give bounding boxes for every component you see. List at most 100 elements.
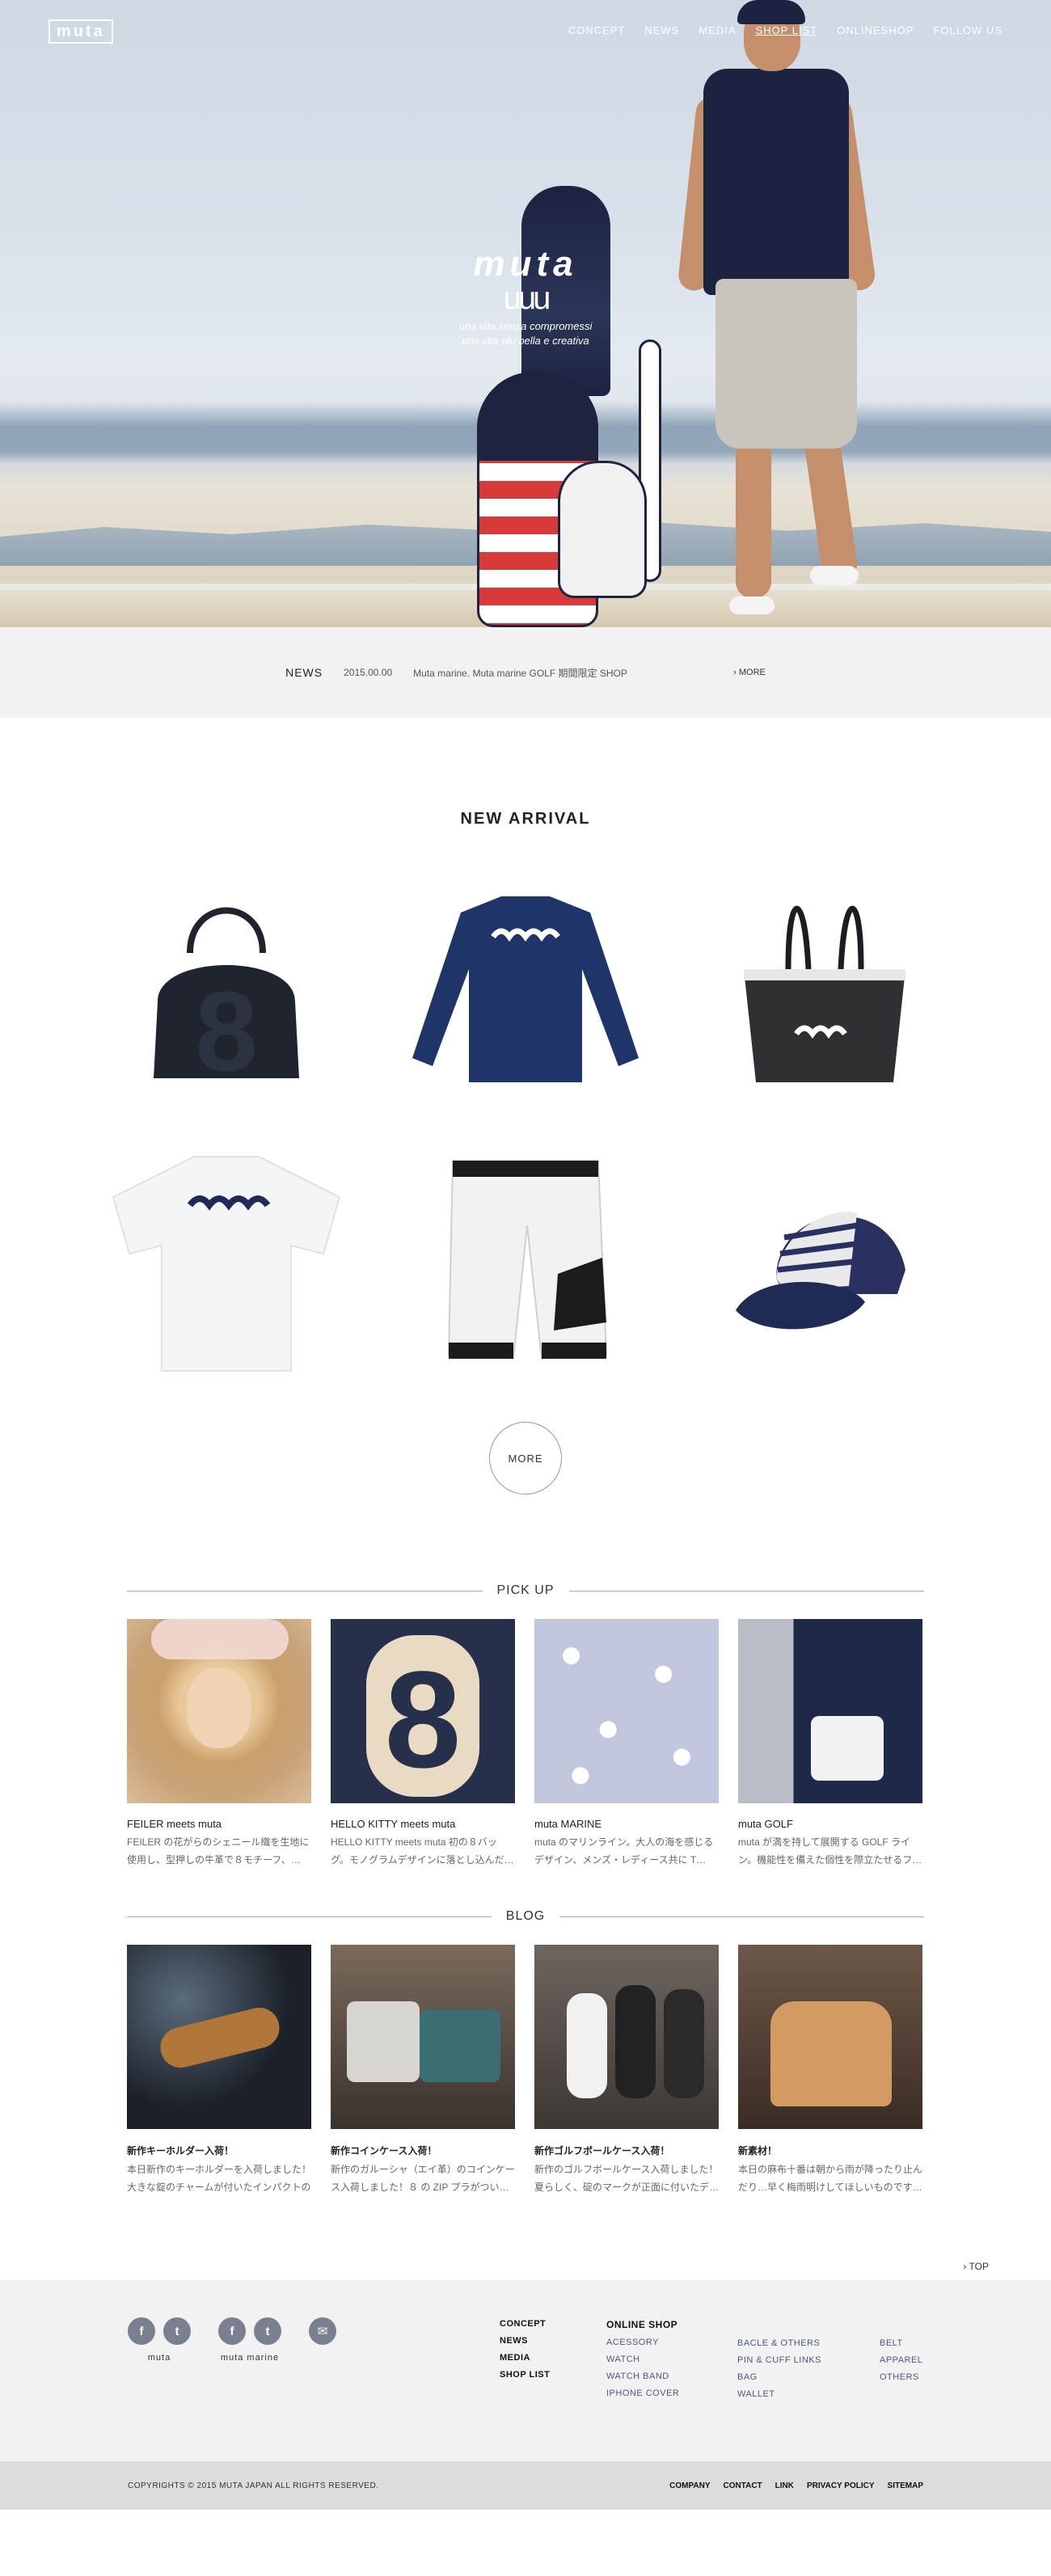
social-caption: muta [147,2353,171,2363]
footer-link-acessory[interactable]: ACESSORY [606,2338,679,2347]
footer-link-watch-band[interactable]: WATCH BAND [606,2372,679,2381]
footer-link-belt[interactable]: BELT [880,2338,922,2348]
footer-link-pin-cuff[interactable]: PIN & CUFF LINKS [737,2355,821,2365]
blog-card-desc: 本日新作のキーホルダーを入荷しました！大きな錠のチャームが付いたインパクトの [127,2164,311,2193]
news-label: NEWS [285,666,323,679]
blog-card[interactable]: 新素材！ 本日の麻布十番は朝から雨が降ったり止んだり…早く梅雨明けしてほしいもの… [738,1945,922,2196]
arrival-more-button[interactable]: MORE [489,1422,562,1495]
nav-onlineshop[interactable]: ONLINESHOP [837,24,914,36]
blog-card-title: 新作ゴルフボールケース入荷！ [534,2145,670,2157]
product-tshirt-marine[interactable] [105,1150,348,1373]
blog-title: BLOG [505,1909,546,1923]
pickup-card[interactable]: FEILER meets muta FEILER の花がらのシェニール織を生地に… [127,1619,311,1869]
tshirt-icon [112,1156,341,1372]
pickup-thumb-golf [738,1619,922,1803]
footer-link-news[interactable]: NEWS [500,2336,550,2346]
pickup-thumb-hello-kitty: 8 [331,1619,515,1803]
footer-col-site: CONCEPT NEWS MEDIA SHOP LIST [500,2319,550,2380]
blog-card-desc: 本日の麻布十番は朝から雨が降ったり止んだり…早く梅雨明けしてほしいものです… [738,2164,922,2193]
social-group-muta-marine: f t muta marine [218,2317,281,2363]
footer-link-concept[interactable]: CONCEPT [500,2319,550,2329]
blog-card[interactable]: 新作ゴルフボールケース入荷！ 新作のゴルフボールケース入荷しました！夏らしく、碇… [534,1945,719,2196]
bottom-link-company[interactable]: COMPANY [669,2481,710,2490]
hero-model-image [671,0,881,627]
pickup-card-title: muta GOLF [738,1818,793,1830]
product-anchor-cap[interactable] [703,1150,946,1373]
news-more-link[interactable]: › MORE [733,668,766,677]
pickup-title: PICK UP [496,1583,555,1597]
back-to-top-link[interactable]: › TOP [62,2261,989,2272]
nav-news[interactable]: NEWS [644,24,679,36]
pickup-card[interactable]: 8 HELLO KITTY meets muta HELLO KITTY mee… [331,1619,515,1869]
news-bar: NEWS 2015.00.00 Muta marine. Muta marine… [0,627,1051,718]
footer-link-others[interactable]: OTHERS [880,2372,922,2382]
cap-icon [736,1212,905,1330]
copyright-bar: COPYRIGHTS © 2015 MUTA JAPAN ALL RIGHTS … [0,2461,1051,2510]
product-jogger-pants[interactable] [404,1150,647,1373]
news-date: 2015.00.00 [344,667,393,678]
nav-shop-list[interactable]: SHOP LIST [755,24,817,36]
blog-thumb-new-material [738,1945,922,2129]
product-tote-bag[interactable] [703,874,946,1097]
pickup-heading: PICK UP [127,1583,925,1598]
footer-link-media[interactable]: MEDIA [500,2353,550,2363]
mail-icon[interactable]: ✉ [309,2317,336,2345]
blog-section: BLOG 新作キーホルダー入荷！ 本日新作のキーホルダーを入荷しました！大きな錠… [0,1909,1051,2196]
pickup-card[interactable]: muta MARINE muta のマリンライン。大人の海を感じるデザイン、メン… [534,1619,719,1869]
footer-link-shop-list[interactable]: SHOP LIST [500,2370,550,2380]
facebook-icon[interactable]: f [218,2317,246,2345]
bottom-link-privacy[interactable]: PRIVACY POLICY [807,2481,875,2490]
bottom-link-contact[interactable]: CONTACT [724,2481,762,2490]
bowling-bag-icon: 8 [154,907,299,1090]
wave-logo-icon: uuu [503,280,551,316]
bottom-link-sitemap[interactable]: SITEMAP [888,2481,923,2490]
footer-col-accessories: BACLE & OTHERS PIN & CUFF LINKS BAG WALL… [737,2338,821,2399]
footer-link-iphone-cover[interactable]: IPHONE COVER [606,2388,679,2398]
twitter-icon[interactable]: t [163,2317,191,2345]
pickup-card-title: FEILER meets muta [127,1818,222,1830]
pickup-card-desc: FEILER の花がらのシェニール織を生地に使用し、型押しの牛革で８モチーフ、… [127,1836,310,1866]
global-nav: CONCEPT NEWS MEDIA SHOP LIST ONLINESHOP … [568,24,1002,36]
nav-concept[interactable]: CONCEPT [568,24,626,36]
hero-brand-logo: muta uuu una vita senza compromessi una … [437,247,614,348]
footer-link-watch[interactable]: WATCH [606,2355,679,2364]
hero-tagline-1: una vita senza compromessi [458,320,593,332]
footer: f t muta f t muta marine ✉ CONCEPT NEWS … [0,2280,1051,2461]
footer-link-apparel[interactable]: APPAREL [880,2355,922,2365]
pickup-card-title: muta MARINE [534,1818,602,1830]
nav-follow-us[interactable]: FOLLOW US [933,24,1002,36]
news-headline-link[interactable]: Muta marine. Muta marine GOLF 期間限定 SHOP [413,666,712,680]
blog-card-title: 新作キーホルダー入荷！ [127,2145,234,2157]
facebook-icon[interactable]: f [128,2317,155,2345]
product-bowling-bag[interactable]: 8 [105,874,348,1097]
bottom-link-link[interactable]: LINK [775,2481,794,2490]
footer-link-wallet[interactable]: WALLET [737,2389,821,2399]
blog-card-desc: 新作のガルーシャ（エイ革）のコインケース入荷しました！８ の ZIP プラがつい… [331,2164,515,2193]
pickup-card-desc: muta のマリンライン。大人の海を感じるデザイン、メンズ・レディース共に T… [534,1836,714,1866]
site-logo[interactable]: muta [49,19,113,44]
blog-card-title: 新素材！ [738,2145,778,2157]
product-longsleeve-shirt[interactable] [404,874,647,1097]
social-group-muta: f t muta [128,2317,191,2363]
new-arrival-section: NEW ARRIVAL 8 MORE [0,718,1051,1495]
nav-media[interactable]: MEDIA [699,24,736,36]
blog-thumb-coincase [331,1945,515,2129]
blog-card[interactable]: 新作コインケース入荷！ 新作のガルーシャ（エイ革）のコインケース入荷しました！８… [331,1945,515,2196]
copyright-text: COPYRIGHTS © 2015 MUTA JAPAN ALL RIGHTS … [128,2481,379,2490]
blog-thumb-keyholder [127,1945,311,2129]
hero-banner: muta CONCEPT NEWS MEDIA SHOP LIST ONLINE… [0,0,1051,627]
footer-onlineshop-heading[interactable]: ONLINE SHOP [606,2319,679,2330]
pickup-card-desc: muta が満を持して展開する GOLF ライン。機能性を備えた個性を際立たせる… [738,1836,922,1866]
blog-card-desc: 新作のゴルフボールケース入荷しました！夏らしく、碇のマークが正面に付いたデ… [534,2164,719,2193]
footer-col-apparel: BELT APPAREL OTHERS [880,2338,922,2382]
pickup-thumb-feiler [127,1619,311,1803]
blog-thumb-ballcase [534,1945,719,2129]
social-group-mail: ✉ [309,2317,336,2363]
blog-card[interactable]: 新作キーホルダー入荷！ 本日新作のキーホルダーを入荷しました！大きな錠のチャーム… [127,1945,311,2196]
pickup-card-desc: HELLO KITTY meets muta 初の８バッグ。モノグラムデザインに… [331,1836,514,1866]
footer-link-bag[interactable]: BAG [737,2372,821,2382]
svg-text:8: 8 [195,968,258,1090]
footer-link-bacle[interactable]: BACLE & OTHERS [737,2338,821,2348]
twitter-icon[interactable]: t [254,2317,281,2345]
pickup-card[interactable]: muta GOLF muta が満を持して展開する GOLF ライン。機能性を備… [738,1619,922,1869]
